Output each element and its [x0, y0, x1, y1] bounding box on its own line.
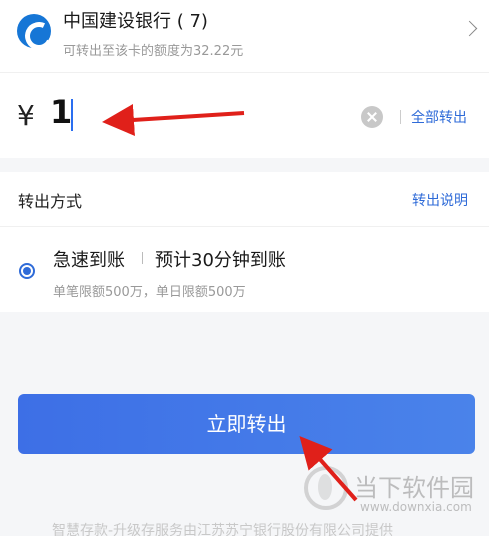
- footer-note: 智慧存款-升级存服务由江苏苏宁银行股份有限公司提供: [52, 523, 394, 536]
- watermark-name: 当下软件园: [354, 474, 474, 502]
- vertical-divider: [400, 110, 401, 124]
- bank-card-row[interactable]: 中国建设银行 ( 7) 可转出至该卡的额度为32.22元: [0, 0, 489, 72]
- option-separator: [142, 252, 143, 264]
- bank-name: 中国建设银行 ( 7): [63, 11, 208, 32]
- currency-symbol: ¥: [17, 99, 35, 132]
- watermark-logo-icon: [304, 466, 348, 510]
- transfer-method-title: 转出方式: [18, 192, 83, 211]
- watermark-url: www.downxia.com: [360, 500, 472, 514]
- transfer-help-link[interactable]: 转出说明: [412, 190, 468, 210]
- ccb-logo-icon: [17, 14, 51, 48]
- amount-input[interactable]: 1: [50, 93, 72, 131]
- option-limit: 单笔限额500万，单日限额500万: [53, 285, 246, 300]
- transfer-option-express[interactable]: 急速到账 预计30分钟到账 单笔限额500万，单日限额500万: [0, 226, 489, 312]
- option-name: 急速到账: [53, 250, 125, 271]
- chevron-right-icon: [461, 20, 478, 37]
- transfer-out-button[interactable]: 立即转出: [18, 394, 475, 454]
- text-caret: [71, 99, 73, 131]
- amount-input-row[interactable]: ¥ 1 全部转出: [0, 72, 489, 158]
- bank-limit-text: 可转出至该卡的额度为32.22元: [63, 44, 244, 59]
- radio-selected-icon[interactable]: [19, 263, 35, 279]
- transfer-all-button[interactable]: 全部转出: [411, 107, 467, 127]
- transfer-method-header: 转出方式 转出说明: [0, 172, 489, 226]
- option-eta: 预计30分钟到账: [155, 250, 286, 271]
- clear-icon[interactable]: [361, 106, 383, 128]
